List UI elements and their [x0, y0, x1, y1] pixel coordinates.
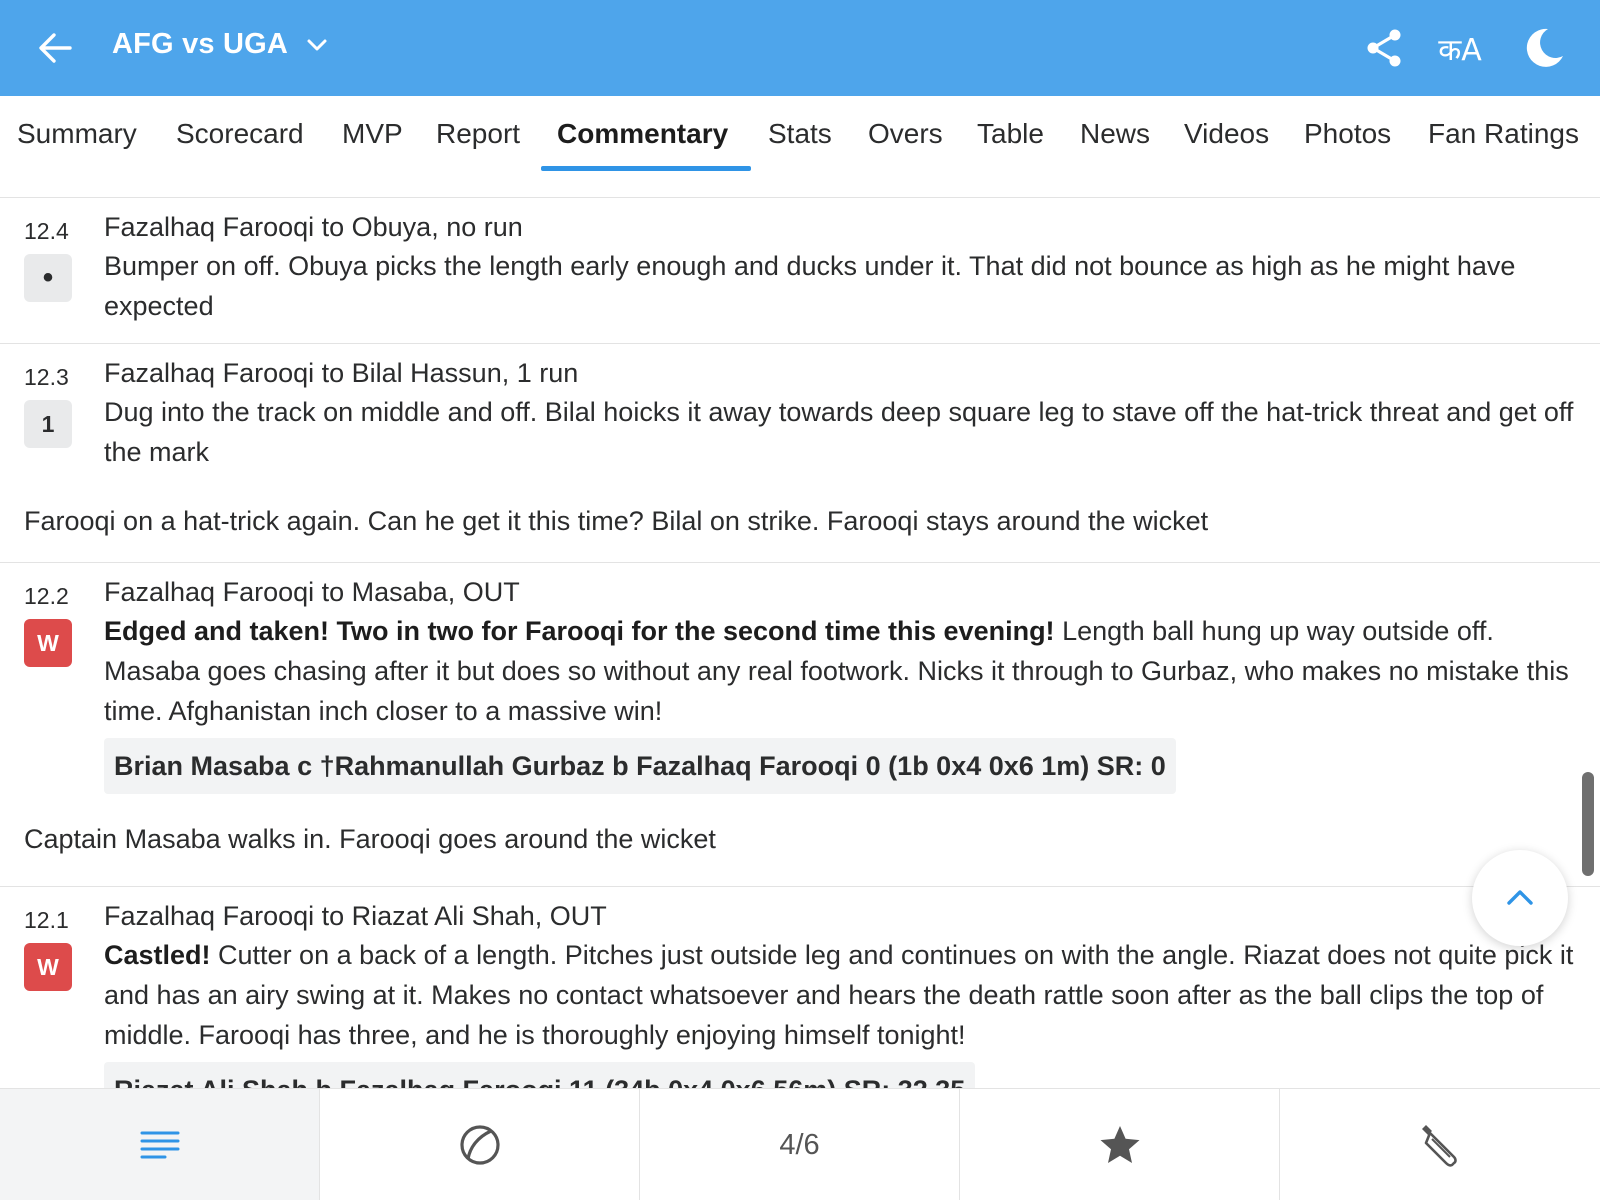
- app-root: AFG vs UGA कA Summary Scorecard MVP Repo…: [0, 0, 1600, 1200]
- tab-photos[interactable]: Photos: [1304, 118, 1391, 150]
- over-number: 12.4: [24, 218, 69, 244]
- bottom-nav-ball-by-ball[interactable]: [320, 1089, 640, 1200]
- wicket-badge: W: [24, 619, 72, 667]
- commentary-note: Captain Masaba walks in. Farooqi goes ar…: [24, 824, 716, 854]
- over-number: 12.3: [24, 364, 69, 390]
- tab-table[interactable]: Table: [977, 118, 1044, 150]
- commentary-note: Farooqi on a hat-trick again. Can he get…: [24, 506, 1209, 536]
- ball-headline: Fazalhaq Farooqi to Riazat Ali Shah, OUT: [104, 901, 607, 931]
- ball-result-badge: •: [24, 254, 72, 302]
- menu-lines-icon: [140, 1131, 179, 1159]
- back-arrow-icon: [39, 33, 72, 63]
- ball-commentary-text: Bumper on off. Obuya picks the length ea…: [104, 251, 1516, 321]
- commentary-highlight: Edged and taken! Two in two for Farooqi …: [104, 616, 1055, 646]
- commentary-item: 12.3 1 Fazalhaq Farooqi to Bilal Hassun,…: [0, 344, 1600, 554]
- bottom-nav-pager[interactable]: 4/6: [640, 1089, 960, 1200]
- chevron-down-icon: [307, 39, 327, 50]
- match-title: AFG vs UGA: [112, 28, 289, 60]
- commentary-feed[interactable]: 12.4 • Fazalhaq Farooqi to Obuya, no run…: [0, 198, 1600, 1088]
- tab-overs[interactable]: Overs: [868, 118, 943, 150]
- ball-commentary-text: Castled! Cutter on a back of a length. P…: [104, 935, 1580, 1055]
- tab-report[interactable]: Report: [436, 118, 520, 150]
- tab-mvp[interactable]: MVP: [342, 118, 403, 150]
- tab-commentary[interactable]: Commentary: [557, 118, 728, 150]
- ball-headline: Fazalhaq Farooqi to Obuya, no run: [104, 212, 523, 242]
- cricket-bat-icon: [1422, 1125, 1457, 1167]
- commentary-item: 12.1 W Fazalhaq Farooqi to Riazat Ali Sh…: [0, 887, 1600, 1088]
- over-number: 12.2: [24, 583, 69, 609]
- cricket-ball-icon: [459, 1125, 500, 1165]
- tab-bar: Summary Scorecard MVP Report Commentary …: [0, 96, 1600, 198]
- share-button[interactable]: [1360, 24, 1408, 72]
- dark-mode-toggle[interactable]: [1520, 24, 1568, 72]
- wicket-badge: W: [24, 943, 72, 991]
- commentary-item: 12.2 W Fazalhaq Farooqi to Masaba, OUT E…: [0, 563, 1600, 886]
- ball-commentary-text: Dug into the track on middle and off. Bi…: [104, 397, 1574, 467]
- commentary-item: 12.4 • Fazalhaq Farooqi to Obuya, no run…: [0, 198, 1600, 343]
- tab-videos[interactable]: Videos: [1184, 118, 1269, 150]
- bottom-nav-commentary[interactable]: [0, 1089, 320, 1200]
- tab-stats[interactable]: Stats: [768, 118, 832, 150]
- match-selector[interactable]: AFG vs UGA: [112, 28, 330, 61]
- language-button[interactable]: कA: [1432, 24, 1488, 72]
- bottom-nav-favourites[interactable]: [960, 1089, 1280, 1200]
- active-tab-indicator: [541, 166, 751, 171]
- moon-icon: [1526, 28, 1563, 67]
- tab-fan-ratings[interactable]: Fan Ratings: [1428, 118, 1579, 150]
- dismissal-summary: Riazat Ali Shah b Fazalhaq Farooqi 11 (3…: [104, 1062, 976, 1088]
- commentary-body: Cutter on a back of a length. Pitches ju…: [104, 940, 1574, 1050]
- over-number: 12.1: [24, 907, 69, 933]
- page-indicator: 4/6: [779, 1128, 820, 1161]
- tab-summary[interactable]: Summary: [17, 118, 137, 150]
- tab-news[interactable]: News: [1080, 118, 1150, 150]
- scroll-to-top-button[interactable]: [1472, 850, 1568, 946]
- ball-commentary-text: Edged and taken! Two in two for Farooqi …: [104, 611, 1580, 731]
- share-icon: [1367, 29, 1401, 67]
- ball-result-badge: 1: [24, 400, 72, 448]
- chevron-up-icon: [1507, 890, 1533, 905]
- back-button[interactable]: [34, 26, 78, 70]
- tab-scorecard[interactable]: Scorecard: [176, 118, 304, 150]
- ball-headline: Fazalhaq Farooqi to Masaba, OUT: [104, 577, 520, 607]
- scrollbar-thumb[interactable]: [1582, 772, 1594, 876]
- ball-headline: Fazalhaq Farooqi to Bilal Hassun, 1 run: [104, 358, 579, 388]
- dismissal-summary: Brian Masaba c †Rahmanullah Gurbaz b Faz…: [104, 738, 1176, 794]
- language-icon: कA: [1438, 32, 1482, 68]
- bottom-nav-batting[interactable]: [1280, 1089, 1600, 1200]
- commentary-highlight: Castled!: [104, 940, 211, 970]
- top-header: AFG vs UGA कA: [0, 0, 1600, 96]
- star-icon: [1100, 1126, 1139, 1163]
- bottom-nav: 4/6: [0, 1088, 1600, 1200]
